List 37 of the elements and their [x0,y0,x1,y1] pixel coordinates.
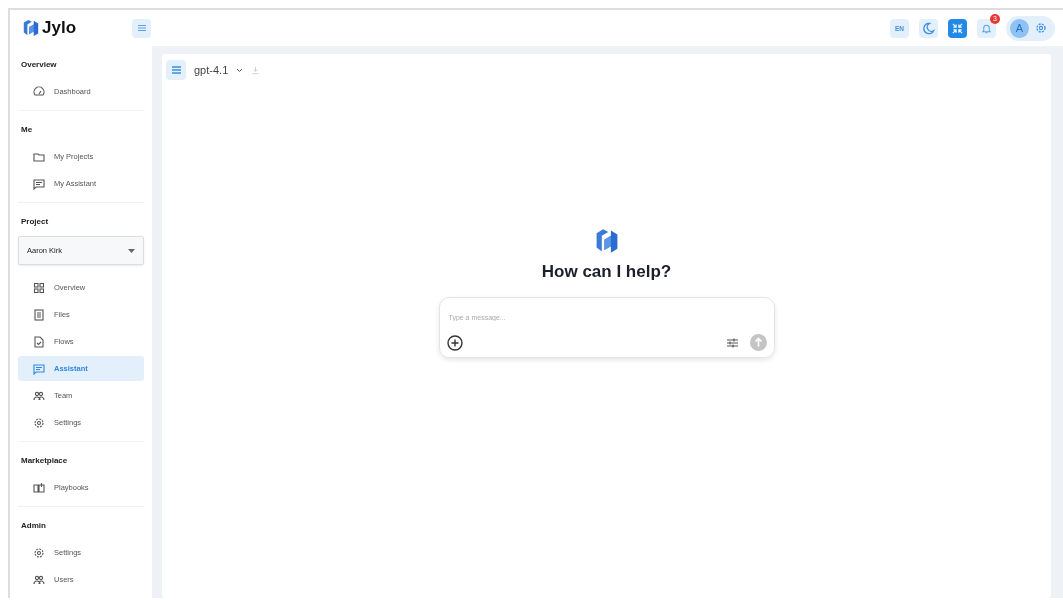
collapse-icon [952,22,963,34]
send-button[interactable] [749,334,767,351]
sliders-icon[interactable] [726,337,738,348]
folder-icon [33,150,45,163]
settings-icon [1035,22,1047,34]
grid-icon [33,281,45,294]
avatar: A [1010,18,1029,38]
gauge-icon [33,85,45,98]
brand-name: Jylo [42,18,77,38]
collapse-button[interactable] [948,18,967,38]
file-check-icon [33,335,45,348]
section-heading: Overview [20,59,58,71]
chat-heading: How can I help? [541,262,672,282]
document-icon [33,308,45,321]
section-heading: Marketplace [20,455,69,467]
add-icon[interactable] [446,334,463,351]
menu-icon [136,23,147,33]
dark-mode-button[interactable] [919,18,938,38]
bell-icon [981,22,992,34]
section-heading: Project [20,216,50,228]
people-icon [33,573,45,586]
moon-icon [922,21,935,35]
chat-icon [33,362,45,375]
chat-icon [33,177,45,190]
menu-button[interactable] [132,18,151,38]
model-selector[interactable]: gpt-4.1 [194,64,244,76]
logo-icon [22,19,40,37]
menu-icon [170,65,182,75]
caret-icon [128,248,135,253]
chevron-icon [236,67,244,73]
people-icon [33,389,45,402]
section-heading: Me [20,124,34,136]
section-heading: Admin [20,520,47,532]
gear-icon [33,416,45,429]
gear-icon [33,546,45,559]
book-icon [33,481,45,494]
menu-button[interactable] [166,60,186,80]
